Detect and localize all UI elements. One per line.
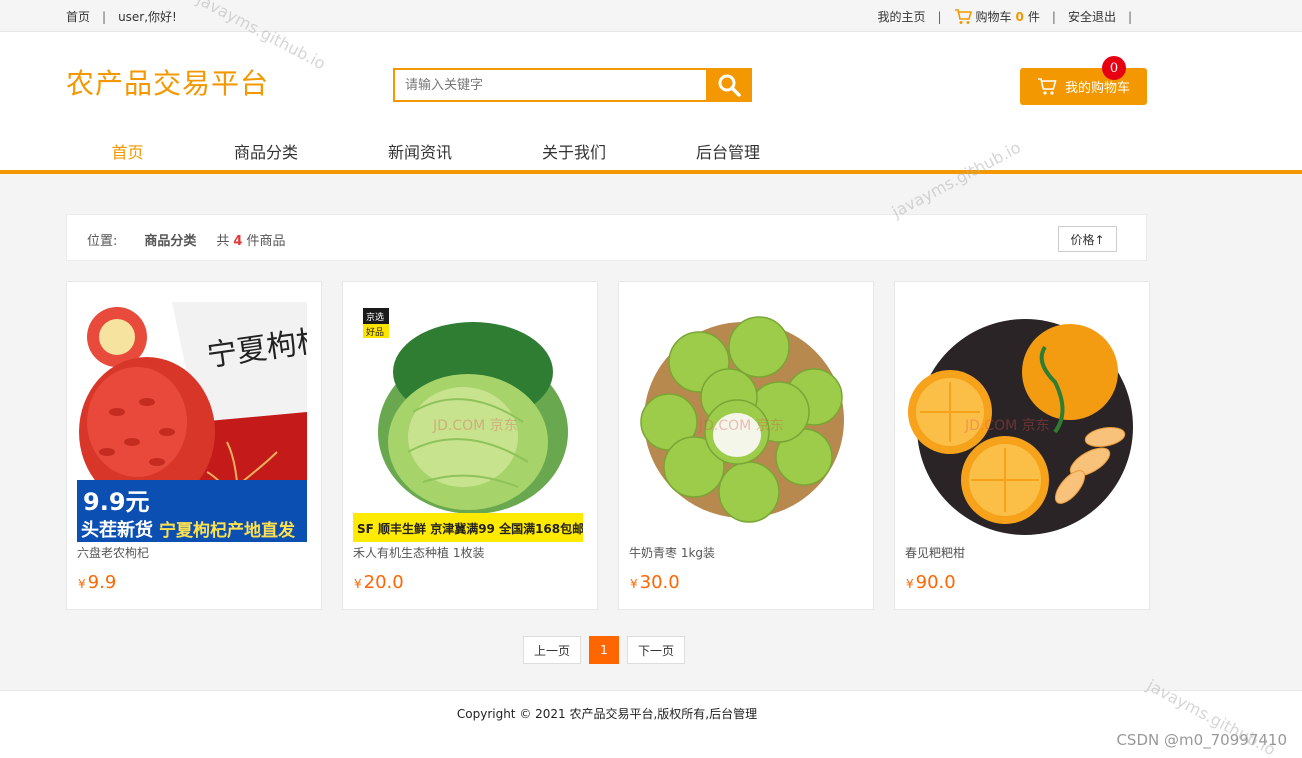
cart-count: 0 xyxy=(1015,9,1024,24)
top-bar-left: 首页 | user,你好! xyxy=(66,8,177,25)
svg-text:SF 顺丰生鲜 京津冀满99 全国满168包邮: SF 顺丰生鲜 京津冀满99 全国满168包邮 xyxy=(357,521,583,536)
sort-price-button[interactable]: 价格↑ xyxy=(1058,226,1117,252)
location-label: 位置: xyxy=(87,234,118,249)
goji-berry-image[interactable]: 宁夏枸杞 9.9元 头茬新货 宁夏枸杞产地直发 xyxy=(77,302,307,542)
prev-page-button[interactable]: 上一页 xyxy=(523,636,581,664)
site-logo[interactable]: 农产品交易平台 xyxy=(66,62,269,102)
product-price: ¥9.9 xyxy=(78,572,117,593)
svg-text:好品: 好品 xyxy=(366,326,384,338)
logout-link[interactable]: 安全退出 xyxy=(1068,8,1116,25)
cart-badge: 0 xyxy=(1102,56,1126,80)
cart-icon xyxy=(1037,77,1057,95)
divider: | xyxy=(1051,9,1056,24)
cart-label: 购物车 xyxy=(975,10,1012,24)
top-cart-link[interactable]: 购物车 0 件 xyxy=(954,8,1040,25)
svg-text:JD.COM 京东: JD.COM 京东 xyxy=(698,418,784,434)
current-page-button[interactable]: 1 xyxy=(589,636,619,664)
search-input[interactable] xyxy=(393,68,706,102)
product-card[interactable]: JD.COM 京东 春见粑粑柑 ¥90.0 xyxy=(894,281,1150,610)
green-jujube-image[interactable]: JD.COM 京东 xyxy=(629,302,859,542)
cart-icon xyxy=(954,8,972,24)
breadcrumb: 位置: 商品分类 共 4 件商品 xyxy=(87,230,285,249)
divider: | xyxy=(102,9,107,24)
top-bar: 首页 | user,你好! 我的主页 | 购物车 0 件 | 安全退出 | xyxy=(0,0,1302,32)
nav-home[interactable]: 首页 xyxy=(66,139,189,163)
breadcrumb-category[interactable]: 商品分类 xyxy=(144,230,196,249)
user-greeting: user,你好! xyxy=(118,10,177,24)
svg-text:京选: 京选 xyxy=(366,311,384,323)
product-name[interactable]: 禾人有机生态种植 1枚装 xyxy=(353,544,484,561)
search-button[interactable] xyxy=(706,68,752,102)
search-icon xyxy=(718,74,741,97)
top-home-link[interactable]: 首页 xyxy=(66,8,90,25)
svg-text:JD.COM 京东: JD.COM 京东 xyxy=(432,418,518,434)
csdn-watermark: CSDN @m0_70997410 xyxy=(1116,731,1287,749)
top-bar-right: 我的主页 | 购物车 0 件 | 安全退出 | xyxy=(877,8,1144,25)
copyright-text: Copyright © 2021 农产品交易平台,版权所有,后台管理 xyxy=(456,707,758,721)
svg-text:9.9元: 9.9元 xyxy=(83,488,150,516)
next-page-button[interactable]: 下一页 xyxy=(627,636,685,664)
divider: | xyxy=(937,9,942,24)
nav-admin[interactable]: 后台管理 xyxy=(651,139,805,163)
nav-categories[interactable]: 商品分类 xyxy=(189,139,343,163)
footer: Copyright © 2021 农产品交易平台,版权所有,后台管理 CSDN … xyxy=(0,690,1302,758)
product-name[interactable]: 牛奶青枣 1kg装 xyxy=(629,544,715,561)
svg-text:头茬新货: 头茬新货 xyxy=(81,519,153,541)
nav-news[interactable]: 新闻资讯 xyxy=(343,139,497,163)
pagination: 上一页 1 下一页 xyxy=(523,636,685,664)
svg-text:宁夏枸杞产地直发: 宁夏枸杞产地直发 xyxy=(159,520,296,541)
nav-about[interactable]: 关于我们 xyxy=(497,139,651,163)
orange-image[interactable]: JD.COM 京东 xyxy=(905,302,1135,542)
my-cart-button[interactable]: 我的购物车 0 xyxy=(1020,56,1147,105)
location-bar: 位置: 商品分类 共 4 件商品 价格↑ xyxy=(66,214,1147,261)
product-card[interactable]: JD.COM 京东 牛奶青枣 1kg装 ¥30.0 xyxy=(618,281,874,610)
my-home-link[interactable]: 我的主页 xyxy=(877,8,925,25)
product-card[interactable]: 京选 好品 JD.COM 京东 SF 顺丰生鲜 京津冀满99 全国满168包邮 … xyxy=(342,281,598,610)
svg-text:JD.COM 京东: JD.COM 京东 xyxy=(964,418,1050,434)
header: 农产品交易平台 我的购物车 0 首页 商品分类 新闻资讯 关于我们 后台管理 xyxy=(0,32,1302,174)
cart-unit: 件 xyxy=(1027,10,1040,24)
product-name[interactable]: 六盘老农枸杞 xyxy=(77,544,149,561)
product-card[interactable]: 宁夏枸杞 9.9元 头茬新货 宁夏枸杞产地直发 六盘老农枸杞 ¥9.9 xyxy=(66,281,322,610)
divider: | xyxy=(1127,9,1132,24)
search-bar xyxy=(393,68,752,102)
product-price: ¥90.0 xyxy=(906,572,956,593)
my-cart-label: 我的购物车 xyxy=(1064,81,1130,96)
main-nav: 首页 商品分类 新闻资讯 关于我们 后台管理 xyxy=(66,139,805,163)
product-price: ¥30.0 xyxy=(630,572,680,593)
product-price: ¥20.0 xyxy=(354,572,404,593)
product-name[interactable]: 春见粑粑柑 xyxy=(905,544,965,561)
product-grid: 宁夏枸杞 9.9元 头茬新货 宁夏枸杞产地直发 六盘老农枸杞 ¥9.9 京选 好… xyxy=(66,281,1150,610)
item-count: 共 4 件商品 xyxy=(216,234,286,249)
cabbage-image[interactable]: 京选 好品 JD.COM 京东 SF 顺丰生鲜 京津冀满99 全国满168包邮 xyxy=(353,302,583,542)
